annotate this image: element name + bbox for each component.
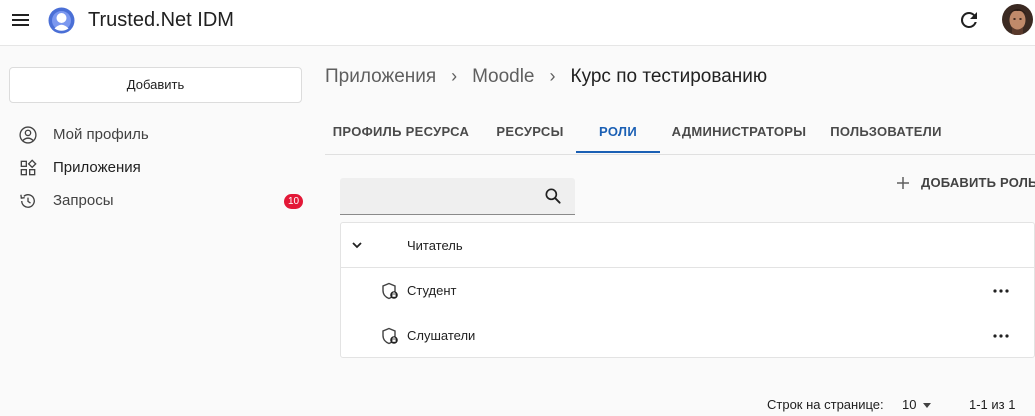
sidebar-item-label: Мой профиль — [53, 126, 149, 143]
breadcrumb-item-moodle[interactable]: Moodle — [472, 66, 534, 87]
account-circle-icon — [19, 126, 37, 144]
role-group-label: Читатель — [407, 238, 463, 253]
app-title: Trusted.Net IDM — [88, 9, 234, 31]
history-icon — [20, 194, 35, 208]
requests-count-badge: 10 — [284, 194, 304, 209]
chevron-right-icon: › — [451, 66, 458, 86]
sidebar-item-applications[interactable]: Приложения — [0, 151, 310, 185]
search-icon[interactable] — [543, 186, 563, 206]
rows-per-page-value: 10 — [902, 397, 917, 412]
sidebar-item-label: Запросы — [53, 192, 114, 209]
search-input[interactable] — [340, 178, 535, 214]
role-label: Студент — [407, 283, 457, 298]
more-horizontal-icon[interactable] — [992, 328, 1010, 344]
tab-administrators[interactable]: АДМИНИСТРАТОРЫ — [668, 110, 810, 154]
table-row[interactable]: Студент — [341, 268, 1034, 313]
sidebar-item-label: Приложения — [53, 159, 141, 176]
tab-resources[interactable]: РЕСУРСЫ — [485, 110, 575, 154]
add-role-label: ДОБАВИТЬ РОЛЬ — [921, 175, 1035, 190]
avatar-photo — [1002, 4, 1033, 35]
rows-per-page-label: Строк на странице: — [767, 397, 884, 412]
app-bar: Trusted.Net IDM — [0, 0, 1035, 46]
chevron-down-icon[interactable] — [350, 238, 364, 252]
tab-users[interactable]: ПОЛЬЗОВАТЕЛИ — [825, 110, 947, 154]
search-field — [340, 178, 575, 215]
page-title: Курс по тестированию — [570, 66, 768, 87]
pagination-range: 1-1 из 1 — [969, 397, 1016, 412]
roles-table: Читатель Студент Слушатели — [340, 222, 1035, 358]
active-tab-indicator — [576, 151, 660, 153]
caret-down-icon — [923, 403, 931, 408]
sidebar-item-my-profile[interactable]: Мой профиль — [0, 118, 310, 152]
table-row[interactable]: Слушатели — [341, 313, 1034, 358]
breadcrumb: Приложения › Moodle › Курс по тестированию — [325, 64, 767, 88]
rows-per-page-select[interactable]: 10 — [900, 395, 940, 415]
sidebar-item-requests[interactable]: Запросы 10 — [0, 184, 310, 218]
hamburger-menu-icon[interactable] — [11, 13, 31, 29]
tab-roles[interactable]: РОЛИ — [576, 110, 660, 154]
tab-resource-profile[interactable]: ПРОФИЛЬ РЕСУРСА — [325, 110, 477, 154]
apps-grid-icon — [20, 159, 37, 176]
chevron-right-icon: › — [549, 66, 556, 86]
role-label: Слушатели — [407, 328, 476, 343]
role-group-row[interactable]: Читатель — [341, 223, 1034, 268]
more-horizontal-icon[interactable] — [992, 283, 1010, 299]
shield-lock-icon — [382, 282, 398, 300]
user-avatar[interactable] — [1002, 4, 1033, 35]
tab-bar: ПРОФИЛЬ РЕСУРСА РЕСУРСЫ РОЛИ АДМИНИСТРАТ… — [325, 110, 1035, 155]
breadcrumb-item-applications[interactable]: Приложения — [325, 66, 436, 87]
plus-icon — [897, 177, 909, 189]
shield-lock-icon — [382, 327, 398, 345]
add-button[interactable]: Добавить — [9, 67, 302, 103]
trusted-net-logo-icon[interactable] — [48, 7, 75, 34]
refresh-icon[interactable] — [957, 8, 981, 32]
